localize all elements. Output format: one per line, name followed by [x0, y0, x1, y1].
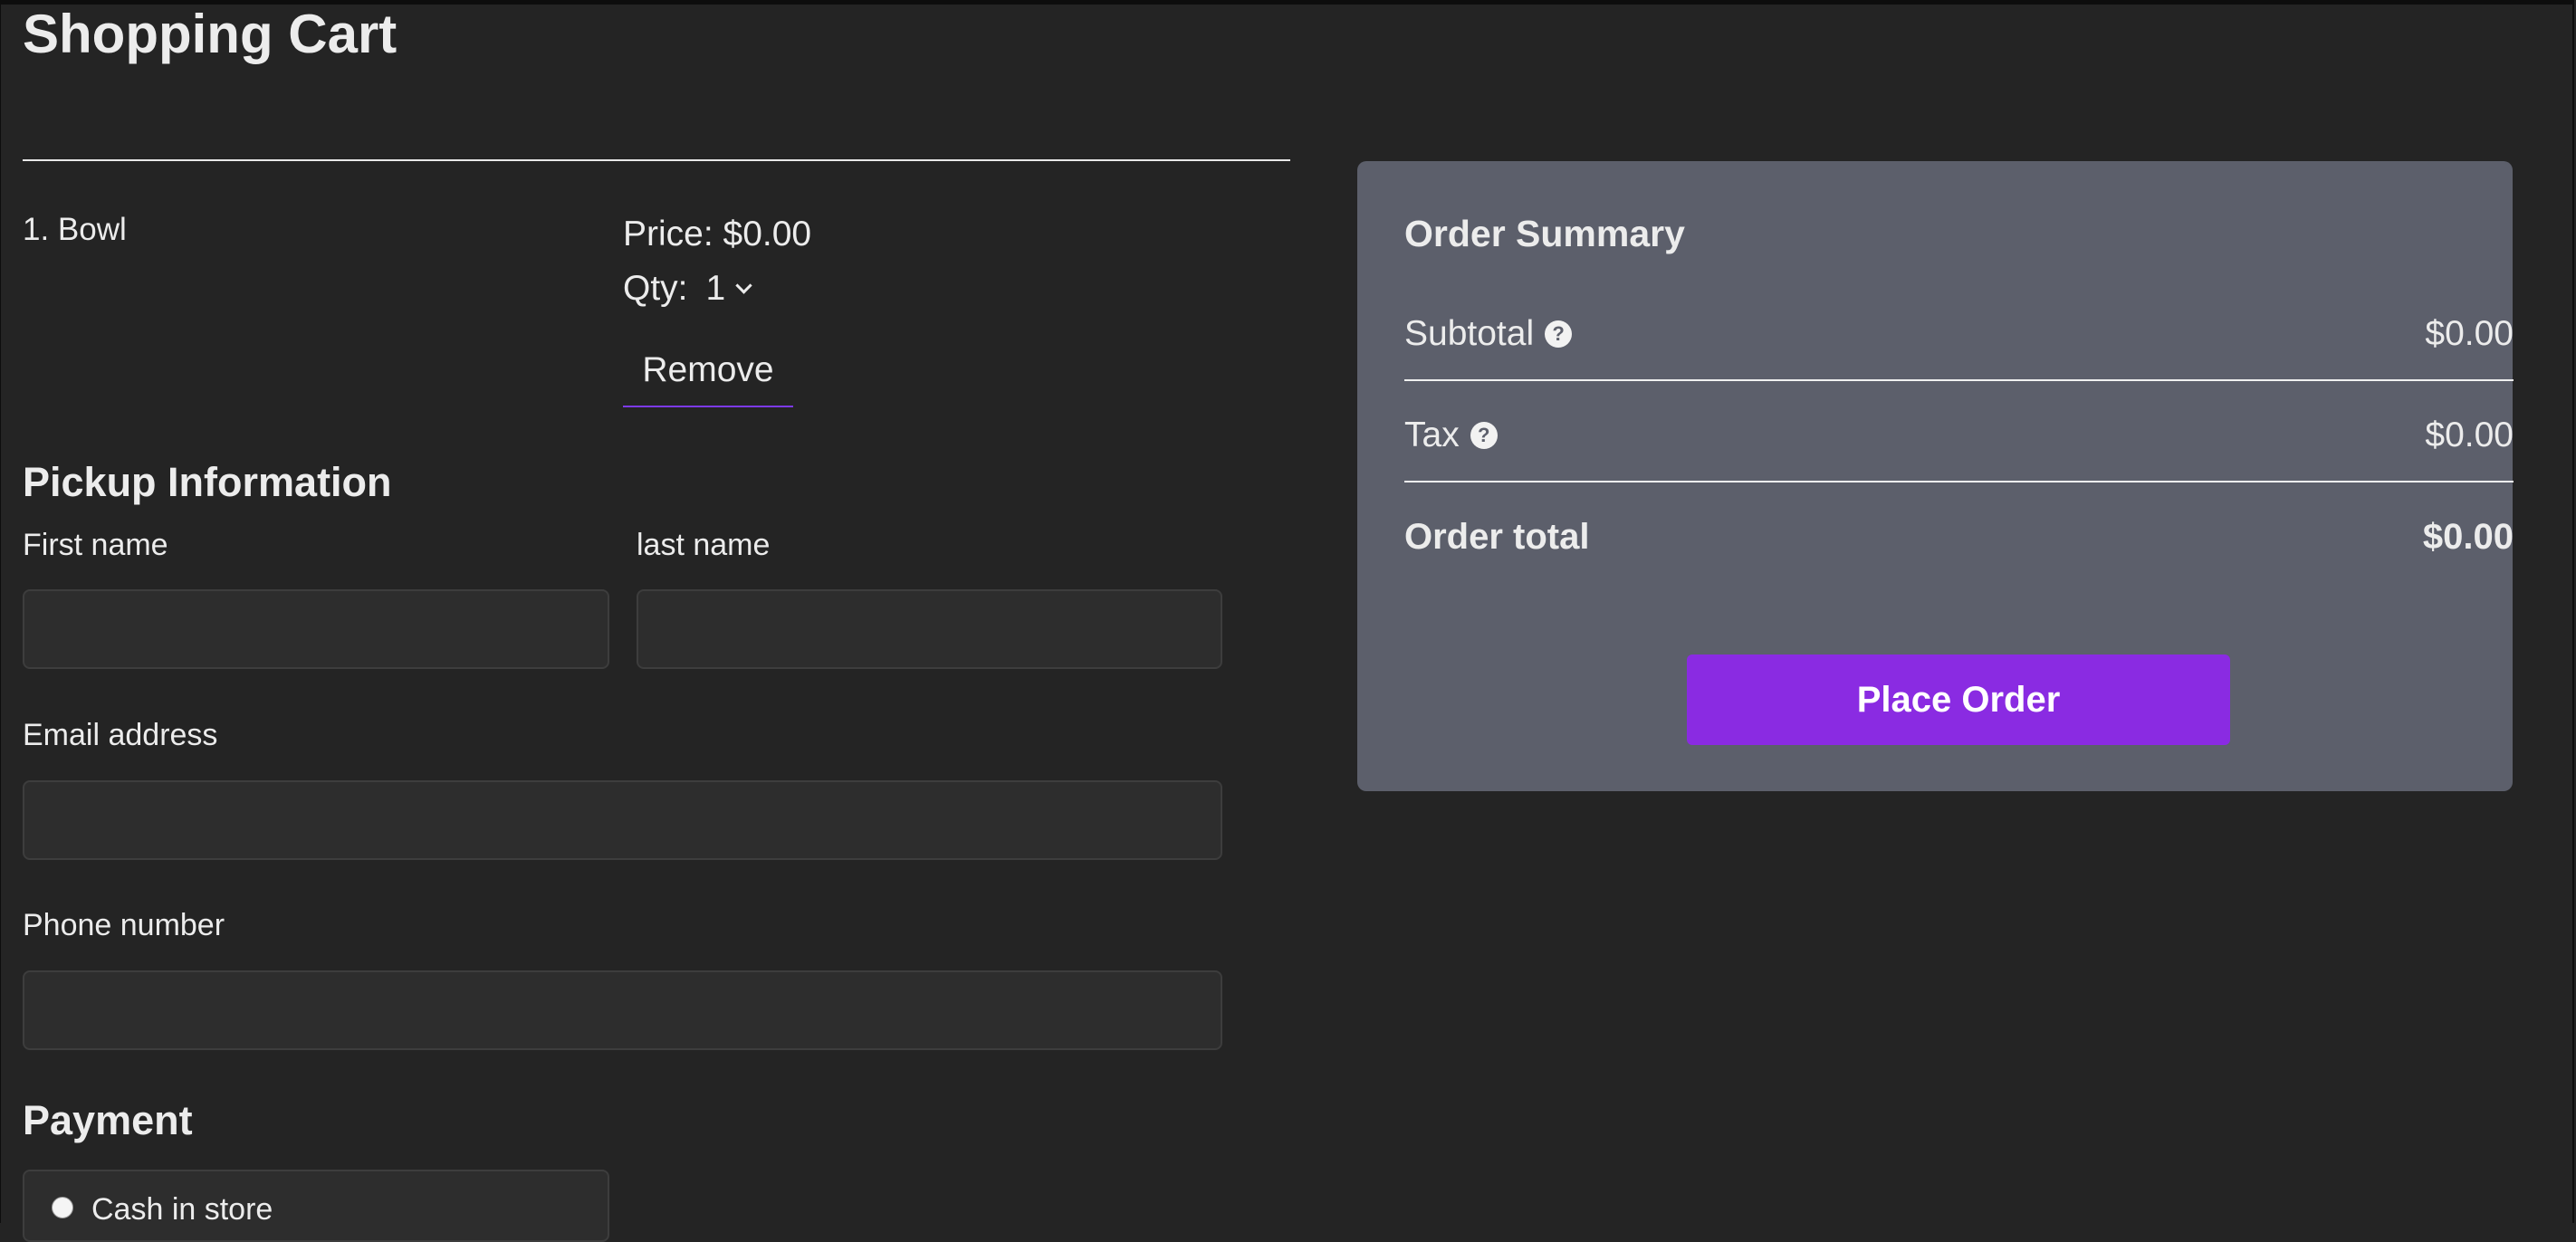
first-name-label: First name: [23, 528, 168, 562]
payment-option-label: Cash in store: [91, 1192, 273, 1227]
title-divider: [23, 159, 1290, 161]
subtotal-row: Subtotal ? $0.00: [1404, 311, 2514, 357]
email-label: Email address: [23, 718, 218, 752]
tax-help-icon[interactable]: ?: [1470, 422, 1498, 449]
order-total-row: Order total $0.00: [1404, 514, 2514, 559]
qty-label: Qty:: [623, 269, 688, 308]
qty-value: 1: [705, 269, 726, 308]
last-name-label: last name: [637, 528, 771, 562]
first-name-field[interactable]: [23, 589, 609, 669]
qty-select[interactable]: 1: [705, 267, 752, 310]
phone-label: Phone number: [23, 908, 225, 942]
order-summary-card: Order Summary Subtotal ? $0.00 Tax ? $0.…: [1357, 161, 2514, 791]
tax-label: Tax: [1404, 416, 1460, 454]
tax-row: Tax ? $0.00: [1404, 413, 2514, 458]
summary-divider: [1404, 481, 2514, 482]
place-order-button[interactable]: Place Order: [1687, 654, 2230, 745]
subtotal-help-icon[interactable]: ?: [1545, 320, 1573, 348]
order-total-label: Order total: [1404, 517, 1590, 557]
remove-item-button[interactable]: Remove: [623, 335, 793, 407]
subtotal-label: Subtotal: [1404, 314, 1535, 353]
cart-item-price: Price: $0.00: [623, 215, 812, 253]
last-name-field[interactable]: [637, 589, 1222, 669]
order-total-value: $0.00: [2422, 517, 2514, 557]
tax-value: $0.00: [2425, 416, 2514, 454]
radio-button-icon[interactable]: [52, 1197, 73, 1218]
order-summary-title: Order Summary: [1404, 213, 1685, 254]
phone-field[interactable]: [23, 970, 1222, 1050]
subtotal-value: $0.00: [2425, 314, 2514, 353]
pickup-heading: Pickup Information: [23, 459, 392, 505]
page-title: Shopping Cart: [23, 4, 397, 64]
chevron-down-icon: [735, 276, 752, 294]
cart-item-name: 1. Bowl: [23, 212, 127, 247]
payment-option-cash[interactable]: Cash in store: [23, 1170, 609, 1242]
cart-item-qty: Qty: 1: [623, 267, 752, 310]
email-field[interactable]: [23, 780, 1222, 860]
payment-heading: Payment: [23, 1097, 193, 1143]
summary-divider: [1404, 379, 2514, 381]
